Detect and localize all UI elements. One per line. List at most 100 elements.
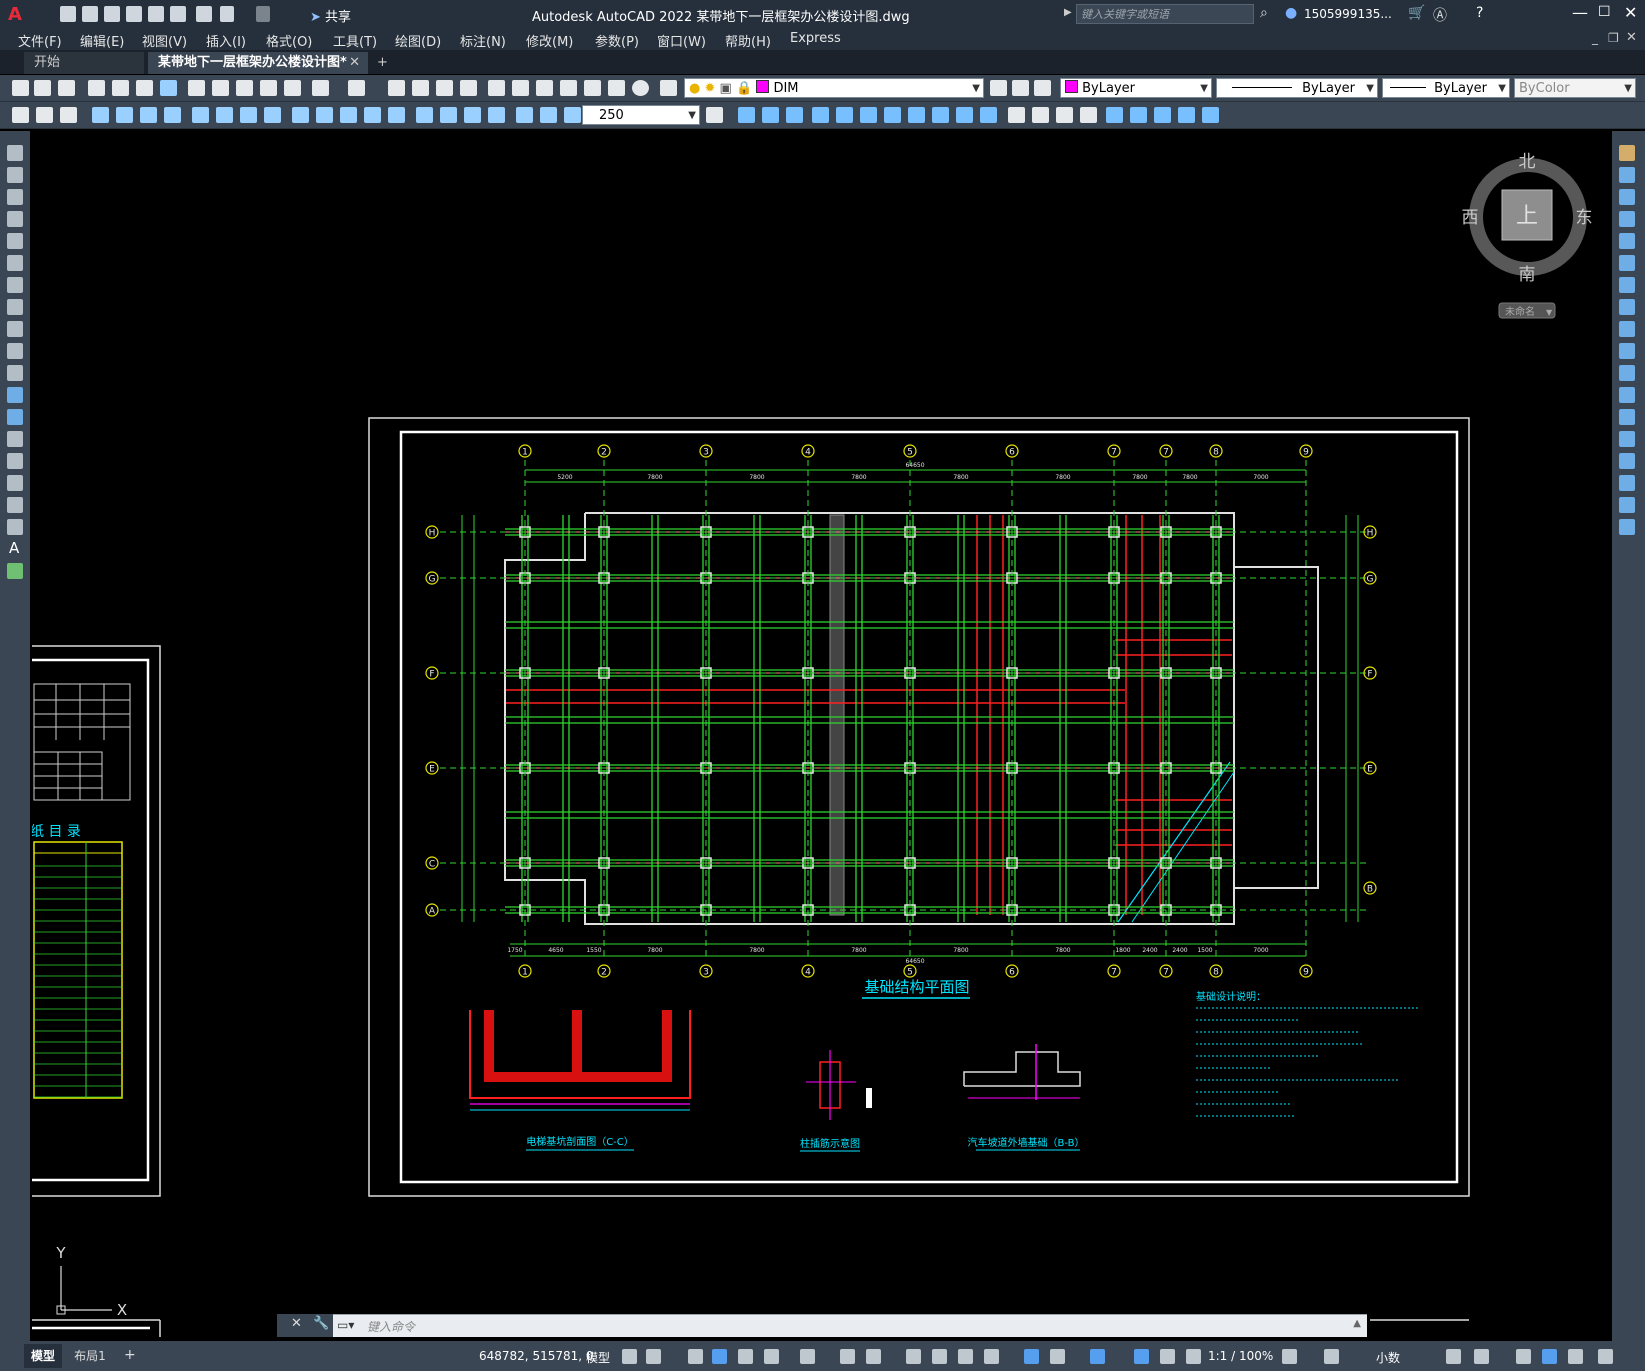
layer-properties-icon[interactable] xyxy=(660,80,677,96)
quick-properties-icon[interactable] xyxy=(1446,1349,1461,1364)
zoom-window-icon[interactable] xyxy=(436,80,453,96)
drawing-canvas[interactable]: 上 北 南 西 东 未命名 ▼ 纸 目 录 5200 7800 7800 780… xyxy=(18,132,1610,1337)
menu-format[interactable]: 格式(O) xyxy=(266,31,312,50)
user-name[interactable]: 1505999135... xyxy=(1304,7,1392,21)
isolate-objects-icon[interactable] xyxy=(1516,1349,1531,1364)
aligned-dimension-icon[interactable] xyxy=(116,107,133,123)
align-icon[interactable] xyxy=(1202,107,1219,123)
polyline-icon[interactable] xyxy=(7,189,23,205)
help-icon[interactable]: ? xyxy=(1476,5,1483,21)
add-selected-icon[interactable] xyxy=(7,563,23,579)
point-icon[interactable] xyxy=(1106,107,1123,123)
insert-block-icon[interactable] xyxy=(7,387,23,403)
scale-icon[interactable] xyxy=(1619,299,1635,315)
annotation-visibility-icon[interactable] xyxy=(1134,1349,1149,1364)
mirror-icon[interactable] xyxy=(786,107,803,123)
jogged-linear-icon[interactable] xyxy=(488,107,505,123)
fillet-icon[interactable] xyxy=(1619,475,1635,491)
doc-minimize-icon[interactable]: _ xyxy=(1592,31,1598,45)
dynamic-ucs-icon[interactable] xyxy=(1024,1349,1039,1364)
menu-tools[interactable]: 工具(T) xyxy=(333,31,377,50)
array-icon[interactable] xyxy=(1619,233,1635,249)
autodesk-a360-icon[interactable]: Ⓐ xyxy=(1433,5,1447,25)
fillet-icon[interactable] xyxy=(1008,107,1025,123)
tolerance-icon[interactable] xyxy=(416,107,433,123)
make-current-icon[interactable] xyxy=(990,80,1007,96)
break-icon[interactable] xyxy=(980,107,997,123)
multiline-text-icon[interactable]: A xyxy=(9,539,19,557)
annotation-scale-icon[interactable] xyxy=(1186,1349,1201,1364)
layer-previous-icon[interactable] xyxy=(1012,80,1029,96)
object-snap-tracking-icon[interactable] xyxy=(840,1349,855,1364)
dimension-style-icon[interactable] xyxy=(706,107,723,123)
chamfer-icon[interactable] xyxy=(1619,453,1635,469)
plotstyle-select[interactable]: ByColor ▼ xyxy=(1514,78,1636,98)
layer-isolate-icon[interactable] xyxy=(36,107,53,123)
dimension-text-edit-icon[interactable] xyxy=(540,107,557,123)
revision-cloud-icon[interactable] xyxy=(7,299,23,315)
dimension-update-icon[interactable] xyxy=(564,107,581,123)
selection-filter-icon[interactable] xyxy=(1050,1349,1065,1364)
center-mark-icon[interactable] xyxy=(440,107,457,123)
angular-dimension-icon[interactable] xyxy=(264,107,281,123)
menu-parametric[interactable]: 参数(P) xyxy=(595,31,639,50)
new-tab-button[interactable]: + xyxy=(372,52,396,74)
share-button[interactable]: ➤ 共享 xyxy=(310,6,351,25)
close-icon[interactable]: ✕ xyxy=(291,1316,302,1331)
units-value[interactable]: 小数 xyxy=(1376,1349,1400,1366)
block-editor-icon[interactable] xyxy=(284,80,301,96)
measure-icon[interactable] xyxy=(1154,107,1171,123)
dimension-edit-icon[interactable] xyxy=(516,107,533,123)
command-input[interactable]: 键入命令 xyxy=(367,1318,415,1335)
layer-select[interactable]: ● ✹ ▣ 🔒 DIM ▼ xyxy=(684,78,984,98)
viewcube-east[interactable]: 东 xyxy=(1576,208,1593,228)
arc-length-icon[interactable] xyxy=(140,107,157,123)
search-input[interactable]: 键入关键字或短语 xyxy=(1076,4,1254,24)
explode-icon[interactable] xyxy=(1056,107,1073,123)
command-line-grip[interactable]: ✕ xyxy=(277,1314,307,1337)
chevron-up-icon[interactable]: ▲ xyxy=(1353,1318,1361,1329)
rotate-icon[interactable] xyxy=(860,107,877,123)
customize-icon[interactable]: 🔧 xyxy=(307,1314,333,1337)
move-icon[interactable] xyxy=(1619,255,1635,271)
plot-icon[interactable] xyxy=(88,80,105,96)
scale-icon[interactable] xyxy=(884,107,901,123)
infer-constraints-icon[interactable] xyxy=(688,1349,703,1364)
redo-icon[interactable] xyxy=(256,6,270,22)
tab-start[interactable]: 开始 xyxy=(24,52,144,74)
trim-icon[interactable] xyxy=(1619,343,1635,359)
selection-cycling-icon[interactable] xyxy=(958,1349,973,1364)
polar-tracking-icon[interactable] xyxy=(764,1349,779,1364)
lineweight-select[interactable]: ByLayer ▼ xyxy=(1382,78,1510,98)
copy-object-icon[interactable] xyxy=(762,107,779,123)
polygon-icon[interactable] xyxy=(7,211,23,227)
customization-menu-icon[interactable] xyxy=(1598,1349,1613,1364)
save-web-icon[interactable] xyxy=(170,6,186,22)
ortho-icon[interactable] xyxy=(738,1349,753,1364)
close-icon[interactable]: ✕ xyxy=(1624,3,1637,22)
command-line[interactable]: ▭▾ 键入命令 ▲ xyxy=(333,1314,1367,1337)
copy-icon[interactable] xyxy=(212,80,229,96)
inspection-icon[interactable] xyxy=(464,107,481,123)
lock-ui-icon[interactable] xyxy=(1474,1349,1489,1364)
dynamic-input-icon[interactable] xyxy=(712,1349,727,1364)
copy-icon[interactable] xyxy=(1619,167,1635,183)
3d-print-icon[interactable] xyxy=(160,80,177,96)
zoom-realtime-icon[interactable] xyxy=(412,80,429,96)
menu-express[interactable]: Express xyxy=(790,31,841,46)
jogged-dimension-icon[interactable] xyxy=(216,107,233,123)
quick-dimension-icon[interactable] xyxy=(292,107,309,123)
isometric-drafting-icon[interactable] xyxy=(800,1349,815,1364)
lineweight-icon[interactable] xyxy=(906,1349,921,1364)
open-file-icon[interactable] xyxy=(82,6,98,22)
menu-view[interactable]: 视图(V) xyxy=(142,31,187,50)
menu-edit[interactable]: 编辑(E) xyxy=(80,31,124,50)
model-space-toggle[interactable]: 模型 xyxy=(586,1349,610,1366)
viewcube-south[interactable]: 南 xyxy=(1519,265,1536,285)
open-web-icon[interactable] xyxy=(148,6,164,22)
sheet-set-icon[interactable] xyxy=(560,80,577,96)
zoom-previous-icon[interactable] xyxy=(460,80,477,96)
rotate-icon[interactable] xyxy=(1619,277,1635,293)
hardware-acceleration-icon[interactable] xyxy=(1542,1349,1557,1364)
baseline-dimension-icon[interactable] xyxy=(316,107,333,123)
